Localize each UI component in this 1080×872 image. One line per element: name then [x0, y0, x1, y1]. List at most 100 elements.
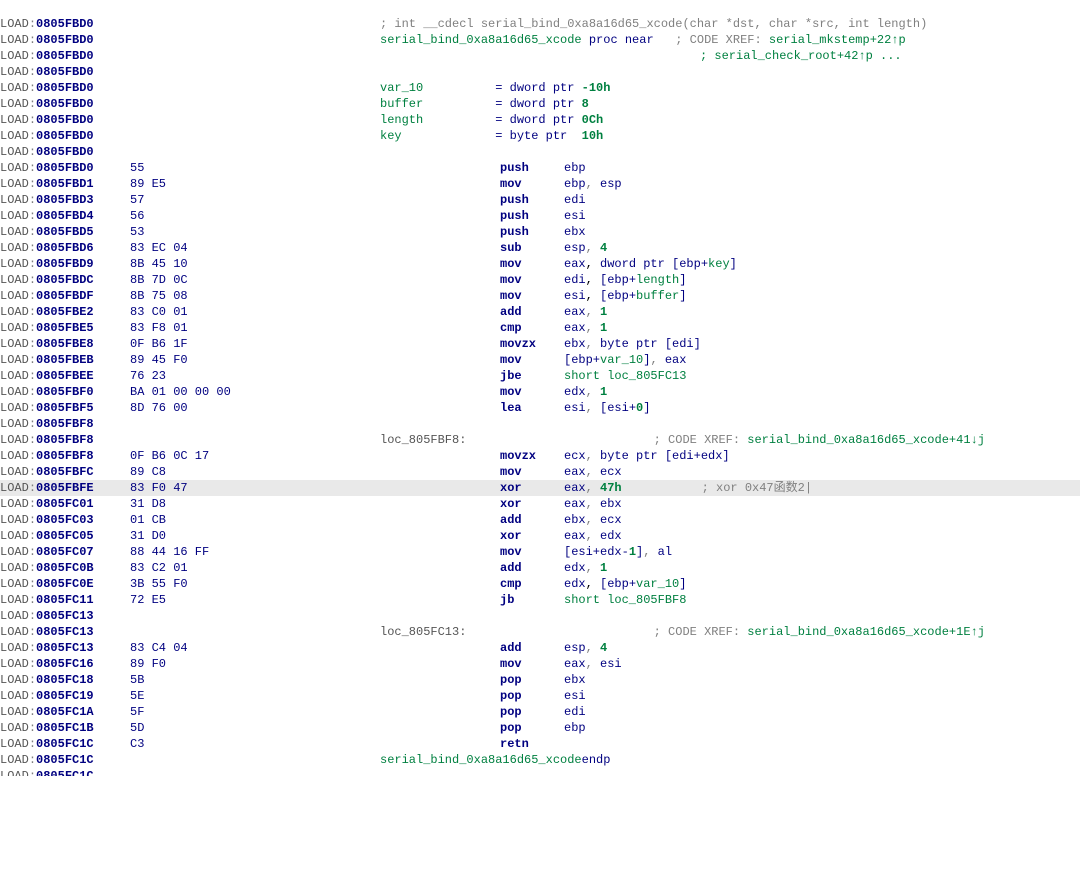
address[interactable]: LOAD:0805FC0E	[0, 576, 130, 592]
disasm-line[interactable]: LOAD:0805FBF58D 76 00 lea esi, [esi+0]	[0, 400, 1080, 416]
disasm-line[interactable]: LOAD:0805FBEE76 23 jbe short loc_805FC13	[0, 368, 1080, 384]
disasm-line[interactable]: LOAD:0805FBD055 push ebp	[0, 160, 1080, 176]
disasm-line[interactable]: LOAD:0805FC13	[0, 608, 1080, 624]
address[interactable]: LOAD:0805FBD0	[0, 16, 130, 32]
address[interactable]: LOAD:0805FBE8	[0, 336, 130, 352]
disasm-line[interactable]: LOAD:0805FBD0key = byte ptr 10h	[0, 128, 1080, 144]
disasm-line[interactable]: LOAD:0805FC1CC3 retn	[0, 736, 1080, 752]
address[interactable]: LOAD:0805FC16	[0, 656, 130, 672]
disasm-line[interactable]: LOAD:0805FC195E pop esi	[0, 688, 1080, 704]
address[interactable]: LOAD:0805FBD0	[0, 144, 130, 160]
address[interactable]: LOAD:0805FC11	[0, 592, 130, 608]
disasm-line[interactable]: LOAD:0805FC185B pop ebx	[0, 672, 1080, 688]
address[interactable]: LOAD:0805FBF8	[0, 432, 130, 448]
disasm-line[interactable]: LOAD:0805FC1172 E5 jb short loc_805FBF8	[0, 592, 1080, 608]
code-xref[interactable]: ; serial_check_root+42↑p ...	[700, 48, 902, 64]
disasm-line[interactable]: LOAD:0805FBEB89 45 F0 mov [ebp+var_10], …	[0, 352, 1080, 368]
disasm-line[interactable]: LOAD:0805FC0E3B 55 F0 cmp edx, [ebp+var_…	[0, 576, 1080, 592]
address[interactable]: LOAD:0805FBD9	[0, 256, 130, 272]
address[interactable]: LOAD:0805FC07	[0, 544, 130, 560]
address[interactable]: LOAD:0805FBD3	[0, 192, 130, 208]
disasm-line[interactable]: LOAD:0805FC0531 D0 xor eax, edx	[0, 528, 1080, 544]
address[interactable]: LOAD:0805FBEE	[0, 368, 130, 384]
disasm-line[interactable]: LOAD:0805FBF8loc_805FBF8: ; CODE XREF: s…	[0, 432, 1080, 448]
address[interactable]: LOAD:0805FBD0	[0, 112, 130, 128]
address[interactable]: LOAD:0805FBFE	[0, 480, 130, 496]
disasm-line[interactable]: LOAD:0805FC1689 F0 mov eax, esi	[0, 656, 1080, 672]
address[interactable]: LOAD:0805FC19	[0, 688, 130, 704]
address[interactable]: LOAD:0805FBDF	[0, 288, 130, 304]
disasm-line[interactable]: LOAD:0805FBD0	[0, 144, 1080, 160]
code-xref[interactable]: ; CODE XREF:	[654, 432, 748, 448]
address[interactable]: LOAD:0805FC1B	[0, 720, 130, 736]
disasm-line[interactable]: LOAD:0805FC1A5F pop edi	[0, 704, 1080, 720]
address[interactable]: LOAD:0805FBD0	[0, 64, 130, 80]
disasm-line[interactable]: LOAD:0805FC0788 44 16 FF mov [esi+edx-1]…	[0, 544, 1080, 560]
disasm-line[interactable]: LOAD:0805FBD0 ; serial_check_root+42↑p ..…	[0, 48, 1080, 64]
address[interactable]: LOAD:0805FC1C	[0, 768, 130, 776]
disasm-line[interactable]: LOAD:0805FC0301 CB add ebx, ecx	[0, 512, 1080, 528]
address[interactable]: LOAD:0805FBD0	[0, 128, 130, 144]
address[interactable]: LOAD:0805FBD4	[0, 208, 130, 224]
disasm-line[interactable]: LOAD:0805FC1Cserial_bind_0xa8a16d65_xcod…	[0, 752, 1080, 768]
address[interactable]: LOAD:0805FBF8	[0, 448, 130, 464]
disasm-line[interactable]: LOAD:0805FBF0BA 01 00 00 00 mov edx, 1	[0, 384, 1080, 400]
code-label[interactable]: loc_805FBF8:	[380, 432, 654, 448]
address[interactable]: LOAD:0805FC0B	[0, 560, 130, 576]
address[interactable]: LOAD:0805FBD0	[0, 32, 130, 48]
address[interactable]: LOAD:0805FBDC	[0, 272, 130, 288]
disasm-line[interactable]: LOAD:0805FBD0length = dword ptr 0Ch	[0, 112, 1080, 128]
disasm-line[interactable]: LOAD:0805FBFC89 C8 mov eax, ecx	[0, 464, 1080, 480]
address[interactable]: LOAD:0805FC01	[0, 496, 130, 512]
address[interactable]: LOAD:0805FC03	[0, 512, 130, 528]
address[interactable]: LOAD:0805FBD1	[0, 176, 130, 192]
disasm-line[interactable]: LOAD:0805FBD683 EC 04 sub esp, 4	[0, 240, 1080, 256]
address[interactable]: LOAD:0805FC1A	[0, 704, 130, 720]
address[interactable]: LOAD:0805FC1C	[0, 736, 130, 752]
disasm-line[interactable]: LOAD:0805FC1C	[0, 768, 1080, 776]
disasm-line[interactable]: LOAD:0805FC1B5D pop ebp	[0, 720, 1080, 736]
address[interactable]: LOAD:0805FBD0	[0, 160, 130, 176]
address[interactable]: LOAD:0805FBD0	[0, 96, 130, 112]
disasm-line[interactable]: LOAD:0805FC1383 C4 04 add esp, 4	[0, 640, 1080, 656]
stack-var[interactable]: length	[380, 112, 495, 128]
address[interactable]: LOAD:0805FC18	[0, 672, 130, 688]
disasm-line[interactable]: LOAD:0805FBD189 E5 mov ebp, esp	[0, 176, 1080, 192]
address[interactable]: LOAD:0805FBD0	[0, 80, 130, 96]
address[interactable]: LOAD:0805FBF8	[0, 416, 130, 432]
disasm-line[interactable]: LOAD:0805FBD0buffer = dword ptr 8	[0, 96, 1080, 112]
disasm-line[interactable]: LOAD:0805FBD553 push ebx	[0, 224, 1080, 240]
inline-comment[interactable]: ; xor 0x47函数2	[702, 480, 805, 496]
disasm-line[interactable]: LOAD:0805FBD98B 45 10 mov eax, dword ptr…	[0, 256, 1080, 272]
address[interactable]: LOAD:0805FC13	[0, 608, 130, 624]
address[interactable]: LOAD:0805FBFC	[0, 464, 130, 480]
disasm-line[interactable]: LOAD:0805FC13loc_805FC13: ; CODE XREF: s…	[0, 624, 1080, 640]
code-xref[interactable]: ; CODE XREF:	[654, 624, 748, 640]
address[interactable]: LOAD:0805FBD6	[0, 240, 130, 256]
disasm-line[interactable]: LOAD:0805FBD357 push edi	[0, 192, 1080, 208]
disasm-line[interactable]: LOAD:0805FBFE83 F0 47 xor eax, 47h; xor …	[0, 480, 1080, 496]
disasm-line[interactable]: LOAD:0805FBE583 F8 01 cmp eax, 1	[0, 320, 1080, 336]
disasm-line[interactable]: LOAD:0805FC0B83 C2 01 add edx, 1	[0, 560, 1080, 576]
stack-var[interactable]: var_10	[380, 80, 495, 96]
address[interactable]: LOAD:0805FBD0	[0, 48, 130, 64]
stack-var[interactable]: key	[380, 128, 495, 144]
address[interactable]: LOAD:0805FBEB	[0, 352, 130, 368]
disasm-line[interactable]: LOAD:0805FBD456 push esi	[0, 208, 1080, 224]
address[interactable]: LOAD:0805FC1C	[0, 752, 130, 768]
address[interactable]: LOAD:0805FC13	[0, 624, 130, 640]
disasm-line[interactable]: LOAD:0805FBF8	[0, 416, 1080, 432]
stack-var[interactable]: buffer	[380, 96, 495, 112]
address[interactable]: LOAD:0805FBE2	[0, 304, 130, 320]
disasm-line[interactable]: LOAD:0805FBD0; int __cdecl serial_bind_0…	[0, 16, 1080, 32]
address[interactable]: LOAD:0805FBE5	[0, 320, 130, 336]
address[interactable]: LOAD:0805FBD5	[0, 224, 130, 240]
disasm-line[interactable]: LOAD:0805FBF80F B6 0C 17 movzx ecx, byte…	[0, 448, 1080, 464]
disasm-line[interactable]: LOAD:0805FBE283 C0 01 add eax, 1	[0, 304, 1080, 320]
address[interactable]: LOAD:0805FBF0	[0, 384, 130, 400]
address[interactable]: LOAD:0805FC05	[0, 528, 130, 544]
disasm-line[interactable]: LOAD:0805FC0131 D8 xor eax, ebx	[0, 496, 1080, 512]
disasm-line[interactable]: LOAD:0805FBDC8B 7D 0C mov edi, [ebp+leng…	[0, 272, 1080, 288]
disasm-line[interactable]: LOAD:0805FBE80F B6 1F movzx ebx, byte pt…	[0, 336, 1080, 352]
code-label[interactable]: loc_805FC13:	[380, 624, 654, 640]
